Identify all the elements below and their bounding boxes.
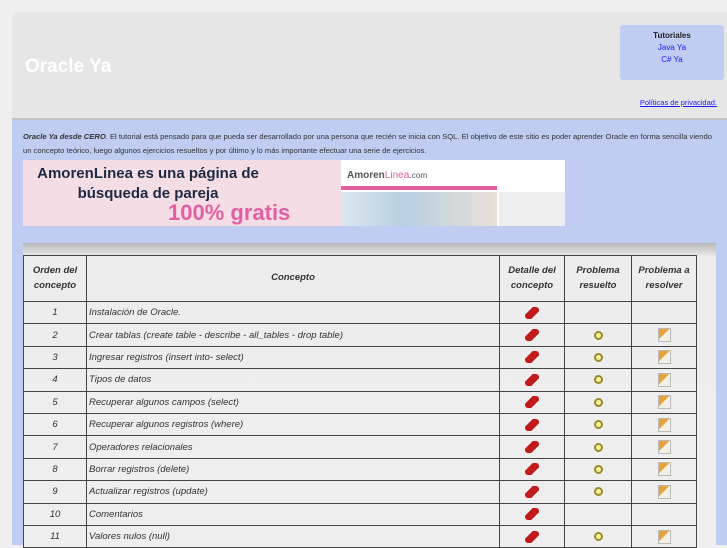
table-row: 6 Recuperar algunos registros (where) <box>23 412 697 437</box>
tutorials-heading: Tutoriales <box>653 31 691 40</box>
link-csharp-ya[interactable]: C# Ya <box>620 54 724 66</box>
detail-tool-icon[interactable] <box>525 508 539 521</box>
col-resolver: Problema a resolver <box>631 255 697 302</box>
detail-tool-icon[interactable] <box>525 329 539 342</box>
intro-text: Oracle Ya desde CERO. El tutorial está p… <box>23 130 718 158</box>
solved-magnifier-icon[interactable] <box>593 375 603 385</box>
detail-tool-icon[interactable] <box>525 530 539 543</box>
row-concept: Valores nulos (null) <box>86 524 500 548</box>
row-number: 6 <box>23 412 87 437</box>
row-number: 5 <box>23 390 87 414</box>
row-number: 1 <box>23 300 87 325</box>
row-concept: Comentarios <box>86 502 500 526</box>
exercise-document-icon[interactable] <box>657 462 671 477</box>
row-concept: Recuperar algunos registros (where) <box>86 412 500 437</box>
ad-banner[interactable]: AmorenLinea es una página de búsqueda de… <box>23 160 565 226</box>
exercise-document-icon[interactable] <box>657 395 671 410</box>
table-row: 8 Borrar registros (delete) <box>23 457 697 482</box>
solved-magnifier-icon[interactable] <box>593 532 603 542</box>
row-concept: Actualizar registros (update) <box>86 480 500 504</box>
solved-magnifier-icon[interactable] <box>593 352 603 362</box>
table-row: 1 Instalación de Oracle. <box>23 300 697 325</box>
row-number: 9 <box>23 480 87 504</box>
table-row: 2 Crear tablas (create table - describe … <box>23 323 697 347</box>
row-number: 4 <box>23 368 87 392</box>
col-concepto: Concepto <box>86 255 500 302</box>
solved-magnifier-icon[interactable] <box>593 487 603 497</box>
detail-tool-icon[interactable] <box>525 396 539 409</box>
solved-magnifier-icon[interactable] <box>593 464 603 474</box>
header: Oracle Ya Tutoriales Java Ya C# Ya Polít… <box>12 12 727 120</box>
solved-magnifier-icon[interactable] <box>593 397 603 407</box>
ad-subline: 100% gratis <box>168 200 291 225</box>
concepts-table: Orden del concepto Concepto Detalle del … <box>23 255 697 548</box>
exercise-document-icon[interactable] <box>657 440 671 455</box>
intro-body: . El tutorial está pensado para que pued… <box>23 132 712 155</box>
table-row: 9 Actualizar registros (update) <box>23 480 697 504</box>
col-orden: Orden del concepto <box>23 255 87 302</box>
table-row: 7 Operadores relacionales <box>23 435 697 459</box>
row-number: 3 <box>23 345 87 370</box>
ad-headline: AmorenLinea es una página de búsqueda de… <box>37 165 259 202</box>
table-row: 11 Valores nulos (null) <box>23 524 697 548</box>
site-title: Oracle Ya <box>25 56 112 77</box>
col-detalle: Detalle del concepto <box>499 255 565 302</box>
row-concept: Tipos de datos <box>86 368 500 392</box>
table-row: 4 Tipos de datos <box>23 368 697 392</box>
content: Oracle Ya desde CERO. El tutorial está p… <box>12 120 727 548</box>
ad-side <box>499 192 565 226</box>
exercise-document-icon[interactable] <box>657 350 671 365</box>
exercise-document-icon[interactable] <box>657 484 671 499</box>
row-concept: Ingresar registros (insert into- select) <box>86 345 500 370</box>
row-concept: Crear tablas (create table - describe - … <box>86 323 500 347</box>
row-number: 8 <box>23 457 87 482</box>
exercise-document-icon[interactable] <box>657 372 671 387</box>
detail-tool-icon[interactable] <box>525 306 539 319</box>
row-concept: Operadores relacionales <box>86 435 500 459</box>
intro-bold: Oracle Ya desde CERO <box>23 132 106 141</box>
link-java-ya[interactable]: Java Ya <box>620 42 724 54</box>
row-number: 7 <box>23 435 87 459</box>
table-area: Orden del concepto Concepto Detalle del … <box>23 243 716 548</box>
row-number: 10 <box>23 502 87 526</box>
exercise-document-icon[interactable] <box>657 529 671 544</box>
detail-tool-icon[interactable] <box>525 351 539 364</box>
detail-tool-icon[interactable] <box>525 485 539 498</box>
exercise-document-icon[interactable] <box>657 328 671 343</box>
row-concept: Recuperar algunos campos (select) <box>86 390 500 414</box>
tutorials-box: Tutoriales Java Ya C# Ya <box>620 25 724 80</box>
col-resuelto: Problema resuelto <box>564 255 632 302</box>
table-row: 10 Comentarios <box>23 502 697 526</box>
ad-photo <box>341 192 497 226</box>
solved-magnifier-icon[interactable] <box>593 442 603 452</box>
row-number: 2 <box>23 323 87 347</box>
detail-tool-icon[interactable] <box>525 441 539 454</box>
privacy-link[interactable]: Políticas de privacidad. <box>640 98 717 107</box>
detail-tool-icon[interactable] <box>525 373 539 386</box>
row-concept: Borrar registros (delete) <box>86 457 500 482</box>
ad-logo: AmorenLinea.com <box>347 170 428 181</box>
solved-magnifier-icon[interactable] <box>593 330 603 340</box>
table-row: 3 Ingresar registros (insert into- selec… <box>23 345 697 370</box>
exercise-document-icon[interactable] <box>657 417 671 432</box>
solved-magnifier-icon[interactable] <box>593 420 603 430</box>
detail-tool-icon[interactable] <box>525 418 539 431</box>
row-number: 11 <box>23 524 87 548</box>
ad-preview: AmorenLinea.com <box>341 160 565 226</box>
detail-tool-icon[interactable] <box>525 463 539 476</box>
table-row: 5 Recuperar algunos campos (select) <box>23 390 697 414</box>
ad-bar <box>341 186 497 190</box>
row-concept: Instalación de Oracle. <box>86 300 500 325</box>
